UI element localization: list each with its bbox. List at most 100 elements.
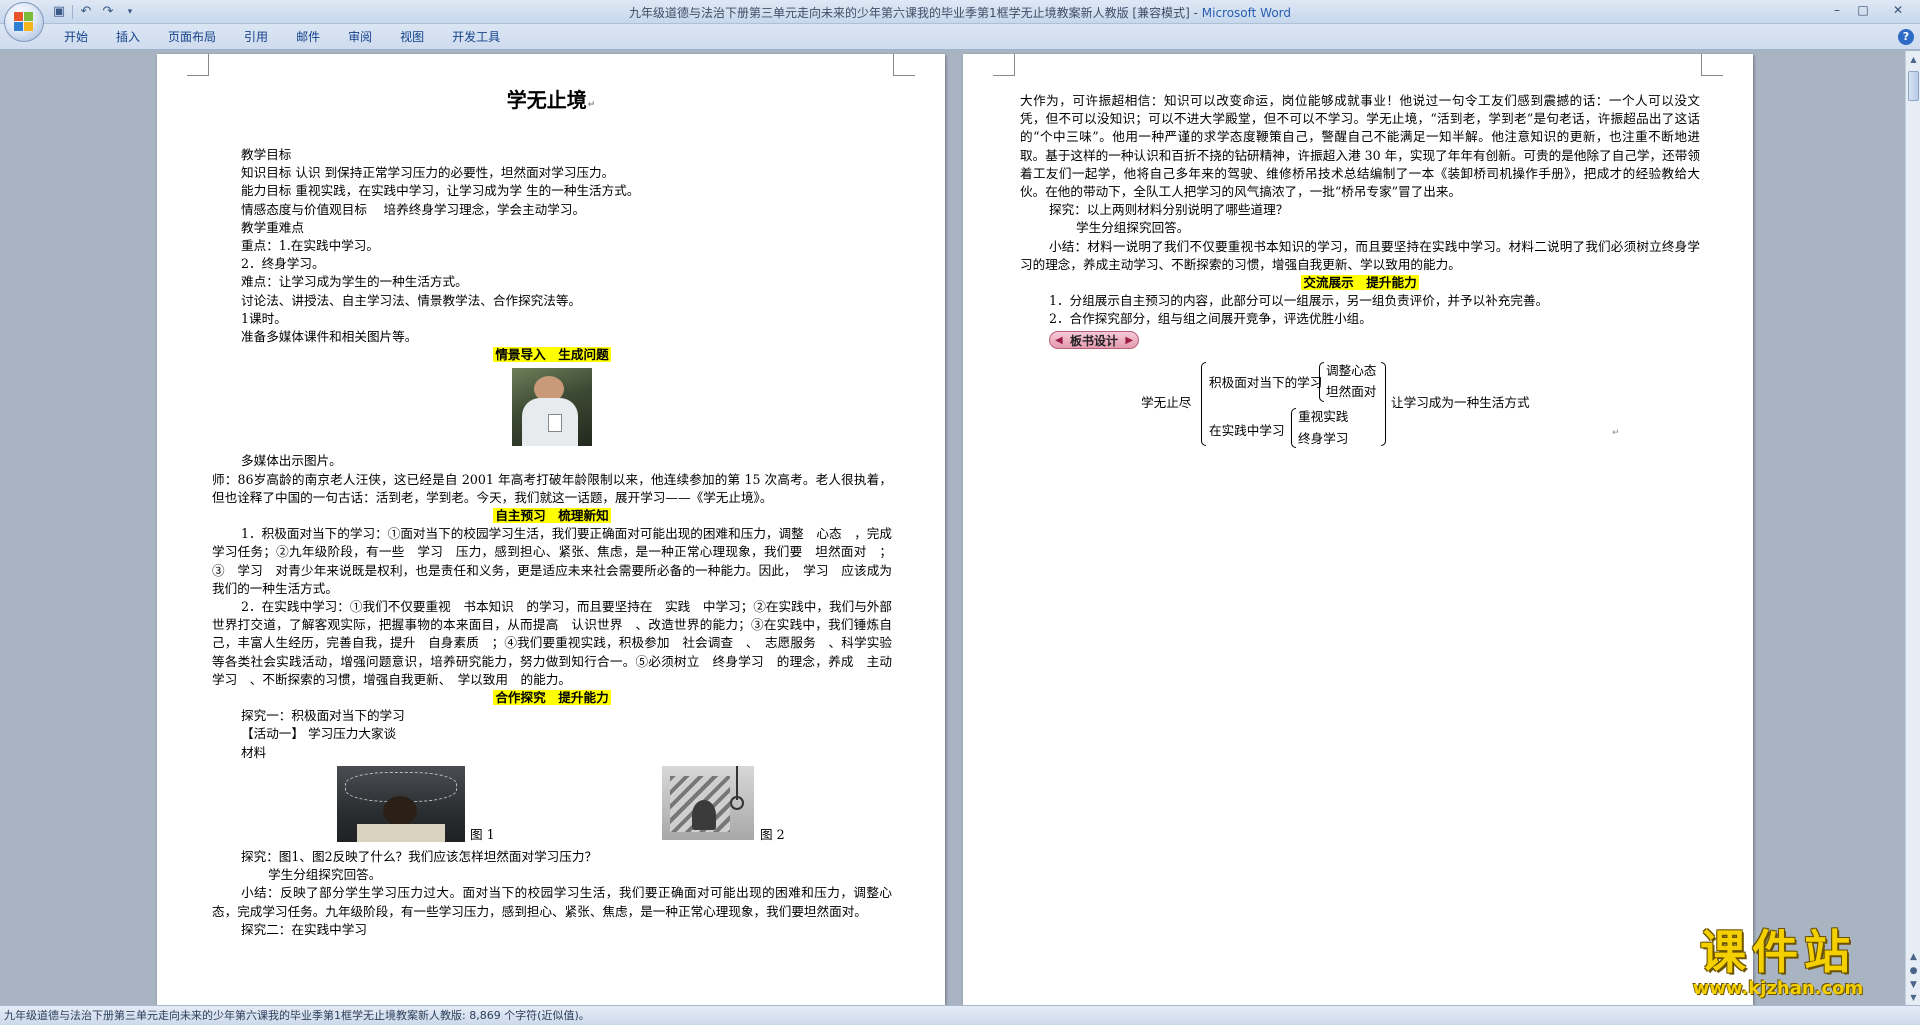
- section-heading: 情景导入 生成问题: [212, 346, 892, 364]
- doc-line: 1课时。: [241, 310, 287, 326]
- document-title: 九年级道德与法治下册第三单元走向未来的少年第六课我的毕业季第1框学无止境教案新人…: [628, 6, 1202, 20]
- brace-icon: [1201, 362, 1206, 446]
- close-icon[interactable]: ✕: [1876, 0, 1920, 20]
- site-watermark: 课件站 www.kjzhan.com: [1664, 926, 1892, 1006]
- section-heading-text: 交流展示 提升能力: [1301, 275, 1419, 291]
- tree-leaf-1b: 坦然面对: [1326, 384, 1377, 399]
- paragraph-mark-icon: ↵: [587, 100, 596, 110]
- doc-paragraph: 师：86岁高龄的南京老人汪侠，这已经是自 2001 年高考打破年龄限制以来，他连…: [212, 471, 892, 505]
- app-name: Microsoft Word: [1201, 6, 1292, 20]
- watermark-logo-text: 课件站: [1700, 925, 1856, 979]
- office-logo-icon: [14, 12, 34, 32]
- window-title: 九年级道德与法治下册第三单元走向未来的少年第六课我的毕业季第1框学无止境教案新人…: [0, 4, 1920, 21]
- section-heading: 合作探究 提升能力: [212, 689, 892, 707]
- tab-page-layout[interactable]: 页面布局: [154, 24, 230, 50]
- scroll-down-icon[interactable]: ▼: [1907, 991, 1920, 1005]
- doc-line: 讨论法、讲授法、自主学习法、情景教学法、合作探究法等。: [241, 292, 582, 308]
- tab-view[interactable]: 视图: [386, 24, 438, 50]
- tree-leaf-2b: 终身学习: [1298, 431, 1349, 446]
- scroll-thumb[interactable]: [1908, 71, 1919, 101]
- ribbon-tab-bar: 开始 插入 页面布局 引用 邮件 审阅 视图 开发工具 ?: [0, 24, 1920, 50]
- doc-paragraph: 1．积极面对当下的学习：①面对当下的校园学习生活，我们要正确面对可能出现的困难和…: [212, 526, 892, 596]
- status-text: 九年级道德与法治下册第三单元走向未来的少年第六课我的毕业季第1框学无止境教案新人…: [4, 1009, 590, 1022]
- photo-old-man: [212, 368, 892, 448]
- doc-line: 准备多媒体课件和相关图片等。: [241, 329, 418, 345]
- figure-1-student: [383, 795, 417, 826]
- doc-paragraph: 大作为，可许振超相信：知识可以改变命运，岗位能够成就事业！他说过一句令工友们感到…: [1020, 93, 1700, 200]
- document-page-1[interactable]: 学无止境↵ 教学目标 知识目标 认识 到保持正常学习压力的必要性，坦然面对学习压…: [157, 54, 945, 1005]
- section-heading: 交流展示 提升能力: [1020, 274, 1700, 292]
- brace-icon: [1381, 362, 1386, 446]
- triangle-right-icon: ▶: [1125, 334, 1134, 346]
- doc-line: 难点：让学习成为学生的一种生活方式。: [241, 274, 468, 290]
- figure-2-noose: [730, 795, 744, 810]
- document-workspace: 学无止境↵ 教学目标 知识目标 认识 到保持正常学习压力的必要性，坦然面对学习压…: [0, 51, 1905, 1005]
- previous-page-icon[interactable]: ▲: [1907, 951, 1920, 964]
- figure-2-caption: 图 2: [760, 826, 785, 842]
- doc-line: 2．终身学习。: [241, 256, 325, 272]
- doc-line: 2．合作探究部分，组与组之间展开竞争，评选优胜小组。: [1049, 311, 1372, 327]
- doc-paragraph: 小结：材料一说明了我们不仅要重视书本知识的学习，而且要坚持在实践中学习。材料二说…: [1020, 238, 1700, 272]
- tab-insert[interactable]: 插入: [102, 24, 154, 50]
- window-controls: – □ ✕: [1824, 0, 1920, 20]
- tab-home[interactable]: 开始: [50, 24, 102, 50]
- tree-leaf-2a: 重视实践: [1298, 409, 1349, 424]
- margin-corner-mark: [993, 54, 1015, 76]
- doc-line: 探究一：积极面对当下的学习: [241, 708, 405, 724]
- figure-2-rope: [736, 765, 738, 800]
- vertical-scrollbar[interactable]: ▲ ▲ ● ▼ ▼: [1905, 51, 1920, 1005]
- document-page-2[interactable]: 大作为，可许振超相信：知识可以改变命运，岗位能够成就事业！他说过一句令工友们感到…: [963, 54, 1753, 1005]
- margin-corner-mark: [893, 54, 915, 76]
- tree-leaf-1a: 调整心态: [1326, 363, 1377, 378]
- doc-line: 多媒体出示图片。: [241, 453, 342, 469]
- minimize-icon[interactable]: –: [1824, 0, 1850, 20]
- doc-line: 探究：图1、图2反映了什么？我们应该怎样坦然面对学习压力？: [241, 848, 598, 864]
- page1-body: 教学目标 知识目标 认识 到保持正常学习压力的必要性，坦然面对学习压力。 能力目…: [212, 146, 892, 939]
- office-button[interactable]: [4, 2, 44, 42]
- figure-1-image: [337, 765, 465, 842]
- maximize-icon[interactable]: □: [1850, 0, 1876, 20]
- doc-paragraph: 小结：反映了部分学生学习压力过大。面对当下的校园学习生活，我们要正确面对可能出现…: [212, 885, 892, 919]
- watermark-url: www.kjzhan.com: [1692, 978, 1864, 999]
- section-heading-text: 情景导入 生成问题: [493, 347, 611, 363]
- scroll-up-icon[interactable]: ▲: [1907, 53, 1920, 67]
- paragraph-mark-icon: ↵: [1612, 428, 1620, 438]
- doc-line: 教学重难点: [241, 219, 304, 235]
- doc-line: 教学目标: [241, 147, 292, 162]
- board-design-tag: ◀ 板书设计 ▶: [1049, 330, 1140, 349]
- doc-line: 【活动一】 学习压力大家谈: [241, 726, 397, 742]
- doc-line: 材料: [241, 744, 267, 760]
- tab-review[interactable]: 审阅: [334, 24, 386, 50]
- tree-result: 让学习成为一种生活方式: [1391, 395, 1530, 410]
- tab-developer[interactable]: 开发工具: [438, 24, 514, 50]
- tab-references[interactable]: 引用: [230, 24, 282, 50]
- doc-paragraph: 2．在实践中学习：①我们不仅要重视 书本知识 的学习，而且要坚持在 实践 中学习…: [212, 599, 892, 687]
- browse-object-icon[interactable]: ●: [1907, 965, 1920, 978]
- tree-root: 学无止尽: [1141, 395, 1192, 410]
- board-design-tree: 学无止尽 积极面对当下的学习 调整心态 坦然面对 在实践中学习 重视实践 终身学…: [1141, 362, 1621, 448]
- doc-line: 1．分组展示自主预习的内容，此部分可以一组展示，另一组负责评价，并予以补充完善。: [1049, 293, 1549, 309]
- figure-1-books: [357, 823, 445, 842]
- board-design-title: 板书设计: [1070, 333, 1119, 348]
- section-heading-text: 合作探究 提升能力: [493, 690, 611, 706]
- doc-line: 能力目标 重视实践，在实践中学习，让学习成为学 生的一种生活方式。: [241, 183, 640, 199]
- doc-line: 探究二：在实践中学习: [241, 921, 367, 937]
- section-heading-text: 自主预习 梳理新知: [493, 508, 611, 524]
- doc-line: 学生分组探究回答。: [268, 867, 382, 883]
- brace-icon: [1291, 408, 1296, 448]
- figure-2-image: [662, 765, 754, 840]
- page-title: 学无止境↵: [157, 84, 945, 113]
- tree-branch-1: 积极面对当下的学习: [1209, 375, 1323, 390]
- figure-2-figure: [692, 799, 716, 830]
- help-icon[interactable]: ?: [1898, 29, 1914, 45]
- triangle-left-icon: ◀: [1055, 334, 1063, 346]
- page-title-text: 学无止境: [506, 88, 587, 112]
- figure-1-caption: 图 1: [470, 826, 495, 842]
- figure-row: 图 1 图 2: [212, 765, 892, 844]
- status-bar: 九年级道德与法治下册第三单元走向未来的少年第六课我的毕业季第1框学无止境教案新人…: [0, 1005, 1920, 1025]
- tab-mailings[interactable]: 邮件: [282, 24, 334, 50]
- margin-corner-mark: [1701, 54, 1723, 76]
- doc-line: 学生分组探究回答。: [1076, 220, 1190, 236]
- doc-line: 情感态度与价值观目标 培养终身学习理念，学会主动学习。: [241, 201, 586, 217]
- doc-line: 重点：1.在实践中学习。: [241, 238, 379, 254]
